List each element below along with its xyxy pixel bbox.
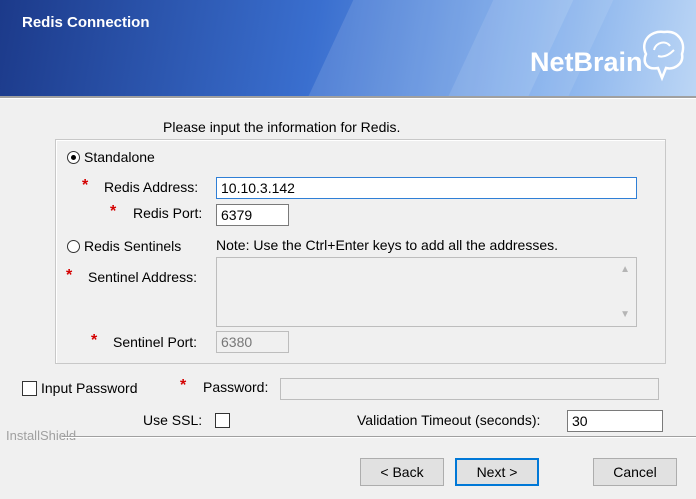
logo-text: NetBrain	[530, 47, 643, 77]
standalone-label[interactable]: Standalone	[84, 149, 155, 165]
required-marker: *	[66, 267, 73, 284]
sentinels-radio[interactable]	[67, 240, 80, 253]
scroll-up-icon[interactable]: ▲	[620, 264, 630, 275]
input-password-label[interactable]: Input Password	[41, 380, 138, 396]
password-label: Password:	[203, 379, 269, 395]
scroll-down-icon[interactable]: ▼	[620, 309, 630, 320]
required-marker: *	[180, 377, 187, 394]
validation-timeout-label: Validation Timeout (seconds):	[357, 412, 541, 428]
password-field[interactable]	[280, 378, 659, 400]
sentinel-port-field[interactable]: 6380	[216, 331, 289, 353]
redis-port-label: Redis Port:	[133, 205, 203, 221]
header-divider	[0, 96, 696, 99]
header-banner: Redis Connection NetBrain	[0, 0, 696, 96]
back-button[interactable]: < Back	[360, 458, 444, 486]
sentinel-address-label: Sentinel Address:	[88, 269, 197, 285]
use-ssl-checkbox[interactable]	[215, 413, 230, 428]
sentinel-address-field[interactable]: ▲ ▼	[216, 257, 637, 327]
cancel-button[interactable]: Cancel	[593, 458, 677, 486]
netbrain-logo: NetBrain	[530, 30, 685, 82]
use-ssl-label: Use SSL:	[143, 412, 203, 428]
standalone-radio[interactable]	[67, 151, 80, 164]
input-password-checkbox[interactable]	[22, 381, 37, 396]
prompt-text: Please input the information for Redis.	[163, 119, 401, 135]
sentinel-note: Note: Use the Ctrl+Enter keys to add all…	[216, 237, 559, 253]
sentinels-label[interactable]: Redis Sentinels	[84, 238, 181, 254]
required-marker: *	[82, 177, 89, 194]
required-marker: *	[110, 203, 117, 220]
sentinel-port-label: Sentinel Port:	[113, 334, 198, 350]
dialog-title: Redis Connection	[22, 14, 150, 31]
validation-timeout-field[interactable]: 30	[567, 410, 663, 432]
required-marker: *	[91, 332, 98, 349]
next-button[interactable]: Next >	[455, 458, 539, 486]
redis-port-field[interactable]: 6379	[216, 204, 289, 226]
footer-divider	[62, 436, 696, 438]
redis-address-label: Redis Address:	[104, 179, 199, 195]
redis-address-field[interactable]: 10.10.3.142	[216, 177, 637, 199]
